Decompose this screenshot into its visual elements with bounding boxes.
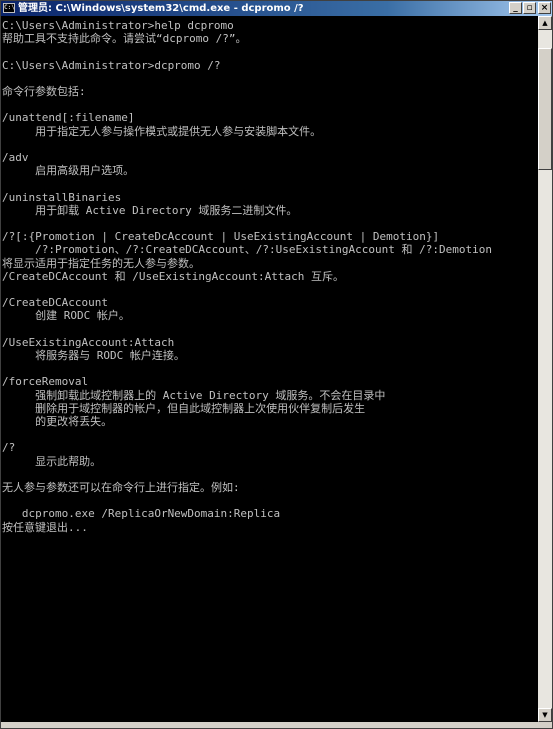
console-line: 帮助工具不支持此命令。请尝试“dcpromo /?”。 [2,32,247,46]
console-line: 命令行参数包括: [2,85,86,98]
console-line: 用于卸载 Active Directory 域服务二进制文件。 [2,203,298,217]
cmd-window: C:\ 管理员: C:\Windows\system32\cmd.exe - d… [0,0,553,729]
console-line: 创建 RODC 帐户。 [2,309,130,323]
window-title: 管理员: C:\Windows\system32\cmd.exe - dcpro… [18,3,304,14]
scroll-up-arrow-icon[interactable]: ▲ [538,16,552,30]
minimize-button[interactable]: _ [509,2,522,14]
console-line: /?:Promotion、/?:CreateDCAccount、/?:UseEx… [2,243,492,257]
console-line: 无人参与参数还可以在命令行上进行指定。例如: [2,481,240,494]
console-line: 用于指定无人参与操作模式或提供无人参与安装脚本文件。 [2,124,322,138]
cmd-icon[interactable]: C:\ [3,3,15,13]
console-line: C:\Users\Administrator>dcpromo /? [2,58,221,72]
console-line: /?[:{Promotion | CreateDcAccount | UseEx… [2,230,440,244]
console-line: 的更改将丢失。 [2,415,113,428]
console-line: /adv [2,151,29,164]
console-line: /? [2,441,16,455]
console-line: dcpromo.exe /ReplicaOrNewDomain:Replica [2,507,281,521]
scroll-down-arrow-icon[interactable]: ▼ [538,708,552,722]
scrollbar-thumb[interactable] [538,48,552,170]
console-line: /uninstallBinaries [2,190,122,204]
console-line: 删除用于域控制器的帐户，但自此域控制器上次使用伙伴复制后发生 [2,401,366,415]
console-line: /CreateDCAccount 和 /UseExistingAccount:A… [2,269,345,283]
console-line: 显示此帮助。 [2,454,102,468]
title-bar[interactable]: C:\ 管理员: C:\Windows\system32\cmd.exe - d… [1,1,552,16]
console-line: 启用高级用户选项。 [2,164,135,178]
console-line: 强制卸载此域控制器上的 Active Directory 域服务。不会在目录中 [2,388,386,402]
window-bottom-border [1,722,552,728]
vertical-scrollbar[interactable]: ▲ ▼ [538,16,552,722]
console-line: /UseExistingAccount:Attach [2,335,175,349]
console-line: C:\Users\Administrator>help dcpromo [2,19,234,32]
console-line: /CreateDCAccount [2,296,108,310]
console-line: 按任意键退出... [2,520,88,534]
console-output[interactable]: C:\Users\Administrator>help dcpromo 帮助工具不… [1,16,538,722]
maximize-button[interactable]: ▫ [523,2,536,14]
console-line: 将显示适用于指定任务的无人参与参数。 [2,256,200,270]
console-line: /unattend[:filename] [2,111,135,125]
console-line: /forceRemoval [2,375,89,389]
close-button[interactable]: × [538,2,551,14]
console-line: 将服务器与 RODC 帐户连接。 [2,349,185,362]
